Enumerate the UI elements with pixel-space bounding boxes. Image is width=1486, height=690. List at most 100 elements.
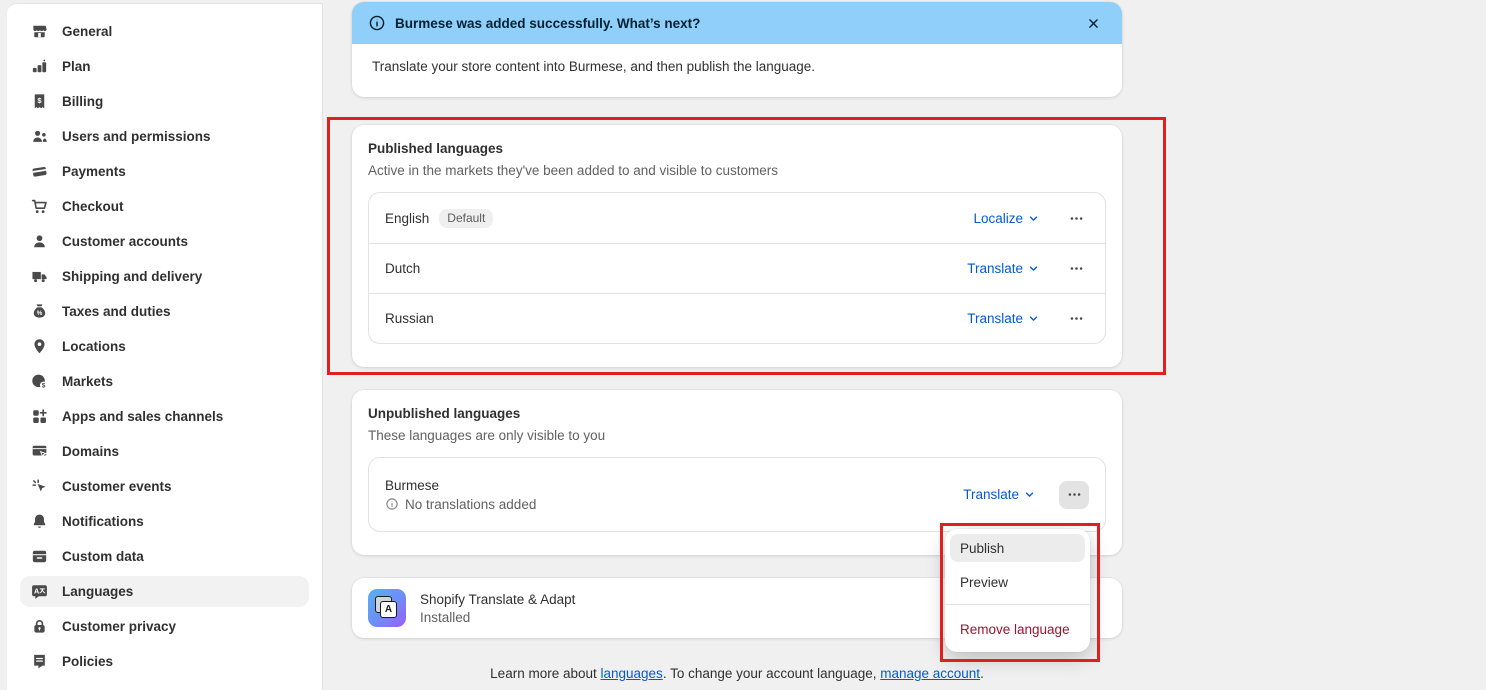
app-status: Installed: [420, 610, 575, 625]
action-label: Localize: [973, 211, 1023, 226]
sidebar-item-languages[interactable]: A Languages: [20, 576, 309, 607]
sidebar-item-label: Customer accounts: [62, 234, 188, 249]
sidebar-item-label: Markets: [62, 374, 113, 389]
footer-text: . To change your account language,: [663, 666, 880, 681]
published-languages-card: Published languages Active in the market…: [352, 125, 1122, 367]
ellipsis-icon: [1068, 210, 1085, 227]
sidebar-item-label: Custom data: [62, 549, 144, 564]
sidebar-item-taxes-duties[interactable]: % Taxes and duties: [20, 296, 309, 327]
sidebar-item-label: Checkout: [62, 199, 124, 214]
sidebar-item-label: Policies: [62, 654, 113, 669]
more-actions-button[interactable]: [1063, 307, 1089, 331]
info-icon: [368, 14, 386, 32]
svg-text:%: %: [36, 310, 42, 317]
sidebar-item-plan[interactable]: Plan: [20, 51, 309, 82]
sidebar-item-customer-accounts[interactable]: Customer accounts: [20, 226, 309, 257]
language-actions-menu: Publish Preview Remove language: [945, 529, 1090, 652]
ellipsis-icon: [1066, 486, 1083, 503]
svg-text:$: $: [41, 382, 45, 389]
chevron-down-icon: [1024, 489, 1035, 500]
banner-body-text: Translate your store content into Burmes…: [352, 44, 1122, 89]
sidebar-item-domains[interactable]: Domains: [20, 436, 309, 467]
sidebar-item-policies[interactable]: Policies: [20, 646, 309, 677]
sidebar-item-billing[interactable]: $ Billing: [20, 86, 309, 117]
money-bag-icon: %: [29, 302, 49, 322]
sidebar-item-label: General: [62, 24, 112, 39]
chevron-down-icon: [1028, 313, 1039, 324]
language-row-russian: Russian Translate: [369, 293, 1105, 343]
ellipsis-icon: [1068, 260, 1085, 277]
sidebar-item-checkout[interactable]: Checkout: [20, 191, 309, 222]
ellipsis-icon: [1068, 310, 1085, 327]
languages-link[interactable]: languages: [601, 666, 663, 681]
sidebar-item-label: Users and permissions: [62, 129, 211, 144]
sidebar-item-general[interactable]: General: [20, 16, 309, 47]
globe-dollar-icon: $: [29, 372, 49, 392]
default-badge: Default: [439, 209, 493, 228]
browser-window-icon: [29, 442, 49, 462]
localize-dropdown-button[interactable]: Localize: [973, 211, 1039, 226]
sidebar-item-customer-events[interactable]: Customer events: [20, 471, 309, 502]
manage-account-link[interactable]: manage account: [880, 666, 980, 681]
success-banner-header: Burmese was added successfully. What’s n…: [352, 2, 1122, 44]
menu-item-preview[interactable]: Preview: [950, 568, 1085, 596]
menu-divider: [945, 604, 1090, 605]
menu-item-remove-language[interactable]: Remove language: [950, 615, 1085, 643]
sidebar-item-label: Payments: [62, 164, 126, 179]
sidebar-item-apps-sales-channels[interactable]: Apps and sales channels: [20, 401, 309, 432]
unpublished-languages-subtitle: These languages are only visible to you: [368, 428, 1106, 443]
payment-card-icon: [29, 162, 49, 182]
sidebar-item-locations[interactable]: Locations: [20, 331, 309, 362]
sidebar-item-custom-data[interactable]: Custom data: [20, 541, 309, 572]
close-icon[interactable]: [1080, 10, 1106, 36]
sidebar-item-label: Domains: [62, 444, 119, 459]
document-icon: [29, 652, 49, 672]
footer-help-text: Learn more about languages. To change yo…: [352, 666, 1122, 681]
settings-sidebar: General Plan $ Billing Users and permiss…: [7, 3, 323, 690]
sidebar-item-label: Customer events: [62, 479, 172, 494]
footer-text: Learn more about: [490, 666, 600, 681]
language-name: Burmese: [385, 478, 536, 493]
more-actions-button-active[interactable]: [1059, 481, 1089, 509]
sidebar-item-payments[interactable]: Payments: [20, 156, 309, 187]
info-icon: [385, 497, 399, 511]
translation-status: No translations added: [405, 497, 536, 512]
sidebar-item-label: Shipping and delivery: [62, 269, 202, 284]
more-actions-button[interactable]: [1063, 206, 1089, 230]
language-name: English: [385, 211, 429, 226]
receipt-icon: $: [29, 92, 49, 112]
sidebar-item-users-permissions[interactable]: Users and permissions: [20, 121, 309, 152]
cursor-click-icon: [29, 477, 49, 497]
language-name: Russian: [385, 311, 434, 326]
action-label: Translate: [963, 487, 1019, 502]
truck-icon: [29, 267, 49, 287]
sidebar-item-markets[interactable]: $ Markets: [20, 366, 309, 397]
translate-dropdown-button[interactable]: Translate: [967, 311, 1039, 326]
sidebar-item-label: Languages: [62, 584, 133, 599]
more-actions-button[interactable]: [1063, 257, 1089, 281]
lock-icon: [29, 617, 49, 637]
chevron-down-icon: [1028, 213, 1039, 224]
sidebar-item-customer-privacy[interactable]: Customer privacy: [20, 611, 309, 642]
location-pin-icon: [29, 337, 49, 357]
sidebar-item-notifications[interactable]: Notifications: [20, 506, 309, 537]
language-name: Dutch: [385, 261, 420, 276]
translate-icon: A: [29, 582, 49, 602]
translate-dropdown-button[interactable]: Translate: [967, 261, 1039, 276]
sidebar-item-label: Apps and sales channels: [62, 409, 223, 424]
action-label: Translate: [967, 311, 1023, 326]
success-banner: Burmese was added successfully. What’s n…: [352, 2, 1122, 97]
sidebar-item-shipping-delivery[interactable]: Shipping and delivery: [20, 261, 309, 292]
unpublished-languages-title: Unpublished languages: [368, 406, 1106, 421]
banner-title: Burmese was added successfully. What’s n…: [395, 16, 700, 31]
sidebar-item-label: Customer privacy: [62, 619, 176, 634]
sidebar-item-label: Billing: [62, 94, 103, 109]
settings-page: General Plan $ Billing Users and permiss…: [0, 0, 1486, 690]
apps-grid-icon: [29, 407, 49, 427]
translate-dropdown-button[interactable]: Translate: [963, 487, 1035, 502]
sidebar-item-label: Taxes and duties: [62, 304, 171, 319]
app-title: Shopify Translate & Adapt: [420, 592, 575, 607]
unpublished-language-list: Burmese No translations added Translate: [368, 457, 1106, 532]
storefront-icon: [29, 22, 49, 42]
menu-item-publish[interactable]: Publish: [950, 534, 1085, 562]
